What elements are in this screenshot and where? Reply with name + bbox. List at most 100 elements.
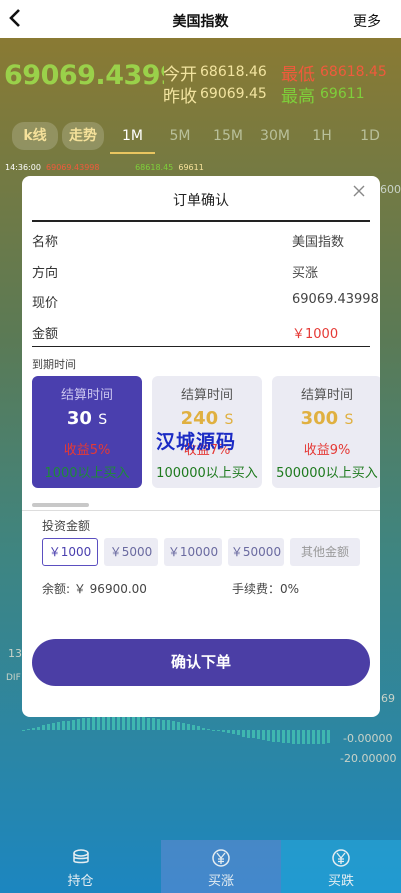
macd-bar	[262, 730, 265, 740]
row-direction-value: 买涨	[292, 266, 319, 281]
axis-label-right-mid: 69	[381, 692, 395, 705]
axis-label-right-low2: -20.00000	[340, 752, 397, 765]
macd-bar	[167, 720, 170, 730]
macd-bar	[37, 727, 40, 730]
divider-top	[32, 220, 370, 222]
nav-positions[interactable]: 持仓	[0, 840, 161, 893]
macd-bar	[157, 719, 160, 730]
macd-bar	[72, 720, 75, 730]
nav-positions-label: 持仓	[67, 874, 94, 889]
macd-bar	[292, 730, 295, 744]
row-amount-key: 金额	[32, 327, 59, 342]
amount-10000[interactable]: ￥10000	[164, 538, 222, 566]
macd-bar	[77, 719, 80, 730]
invest-label: 投资金额	[42, 519, 91, 533]
macd-bar	[87, 718, 90, 730]
info-value-3: 69611	[178, 163, 204, 172]
tab-1d[interactable]: 1D	[355, 122, 385, 150]
row-name: 名称 美国指数	[32, 231, 370, 251]
card-seconds: 30 S	[66, 408, 108, 429]
high-label: 最高	[281, 87, 315, 107]
more-button[interactable]: 更多	[353, 11, 381, 31]
tab-trend[interactable]: 走势	[62, 122, 104, 150]
macd-bar	[22, 730, 25, 731]
macd-bar	[172, 721, 175, 730]
macd-bar	[277, 730, 280, 742]
row-price-value: 69069.43998	[292, 292, 379, 307]
macd-bar	[27, 729, 30, 730]
amount-50000[interactable]: ￥50000	[228, 538, 284, 566]
card-min: 100000以上买入	[156, 466, 258, 481]
tab-15m[interactable]: 15M	[208, 122, 248, 150]
tab-kline[interactable]: k线	[12, 122, 58, 150]
divider-bottom	[32, 346, 370, 347]
macd-bar	[152, 718, 155, 730]
macd-bar	[272, 730, 275, 742]
macd-bar	[322, 730, 325, 744]
macd-bar	[117, 716, 120, 730]
macd-bar	[82, 718, 85, 730]
tab-1m[interactable]: 1M	[110, 122, 155, 150]
amount-other[interactable]: 其他金额	[290, 538, 360, 566]
cards-scroll-indicator[interactable]	[32, 503, 89, 507]
card-profit: 收益5%	[63, 443, 111, 458]
macd-bar	[177, 722, 180, 730]
amount-options: ￥1000 ￥5000 ￥10000 ￥50000 其他金额	[42, 538, 380, 570]
macd-bar	[227, 730, 230, 733]
macd-bar	[182, 723, 185, 730]
macd-bar	[57, 722, 60, 730]
tab-5m[interactable]: 5M	[162, 122, 198, 150]
tab-1h[interactable]: 1H	[305, 122, 339, 150]
nav-buy-down-label: 买跌	[327, 874, 354, 889]
macd-bar	[242, 730, 245, 737]
macd-bar	[137, 717, 140, 730]
macd-bar	[312, 730, 315, 744]
card-title: 结算时间	[300, 388, 353, 403]
macd-bar	[127, 716, 130, 730]
watermark: 汉城源码	[156, 431, 237, 453]
tab-30m[interactable]: 30M	[255, 122, 295, 150]
balance-text: 余额: ￥ 96900.00	[42, 582, 147, 596]
macd-bar	[267, 730, 270, 741]
nav-buy-down[interactable]: 买跌	[281, 840, 401, 893]
chart-period-tabs: k线 走势 1M 5M 15M 30M 1H 1D	[0, 122, 401, 154]
macd-bar	[252, 730, 255, 738]
high-value: 69611	[320, 86, 365, 102]
macd-bar	[112, 716, 115, 730]
expiry-card-300s[interactable]: 结算时间 300 S 收益9% 500000以上买入	[272, 376, 380, 488]
macd-bar	[42, 725, 45, 730]
macd-bar	[52, 723, 55, 730]
nav-buy-up-label: 买涨	[207, 874, 234, 889]
nav-buy-up[interactable]: 买涨	[161, 840, 281, 893]
macd-bar	[147, 718, 150, 730]
price-ticker: 69069.4399 今开 68618.46 昨收 69069.45 最低 68…	[0, 58, 401, 108]
macd-bar	[102, 716, 105, 730]
macd-bar	[132, 716, 135, 730]
row-direction-key: 方向	[32, 266, 59, 281]
macd-bar	[302, 730, 305, 744]
macd-bar	[67, 721, 70, 730]
macd-bar	[187, 724, 190, 730]
row-price: 现价 69069.43998	[32, 292, 379, 312]
macd-bar	[97, 717, 100, 730]
row-name-value: 美国指数	[292, 235, 345, 250]
expiry-card-30s[interactable]: 结算时间 30 S 收益5% 1000以上买入	[32, 376, 142, 488]
expiry-label: 到期时间	[32, 358, 76, 371]
macd-bar	[62, 721, 65, 730]
macd-bar	[237, 730, 240, 735]
order-confirm-dialog: 订单确认 名称 美国指数 方向 买涨 现价 69069.43998 金额 ￥10…	[22, 176, 380, 717]
macd-bar	[162, 720, 165, 730]
macd-bar	[47, 724, 50, 730]
macd-bar	[297, 730, 300, 744]
card-min: 1000以上买入	[44, 466, 130, 481]
amount-1000[interactable]: ￥1000	[42, 538, 98, 566]
confirm-order-button[interactable]: 确认下单	[32, 639, 370, 686]
row-amount-value: ￥1000	[292, 327, 339, 342]
card-seconds: 300 S	[300, 408, 354, 429]
info-value-1: 69069.43998	[46, 163, 100, 172]
macd-bar	[32, 728, 35, 730]
close-icon[interactable]	[352, 184, 366, 198]
amount-5000[interactable]: ￥5000	[104, 538, 158, 566]
macd-bar	[142, 717, 145, 730]
macd-bar	[222, 730, 225, 732]
